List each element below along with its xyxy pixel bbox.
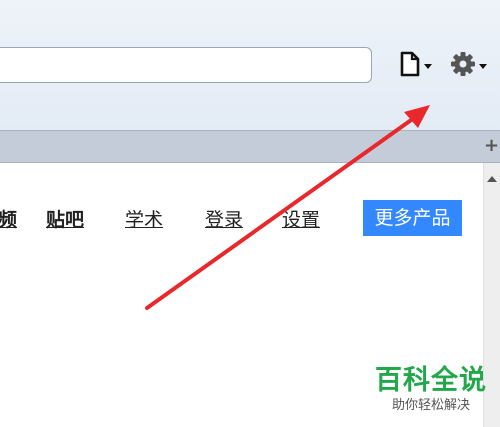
chevron-down-icon — [424, 63, 432, 69]
nav-item-tieba[interactable]: 贴吧 — [46, 205, 84, 232]
nav-item-xueshu[interactable]: 学术 — [125, 205, 163, 232]
watermark-subtitle: 助你轻松解决 — [391, 398, 470, 413]
more-products-button[interactable]: 更多产品 — [363, 200, 462, 236]
scroll-up-arrow-icon[interactable] — [487, 176, 497, 182]
watermark-title: 百科全说 — [375, 365, 487, 396]
nav-item-settings[interactable]: 设置 — [282, 205, 320, 232]
address-bar[interactable] — [0, 47, 372, 83]
nav-item-partial[interactable]: 频 — [0, 205, 17, 232]
gear-icon — [449, 50, 477, 82]
chevron-down-icon — [479, 63, 487, 69]
settings-menu-button[interactable] — [449, 52, 493, 80]
nav-item-login[interactable]: 登录 — [205, 205, 243, 232]
tab-strip: + — [0, 130, 500, 163]
new-tab-button[interactable]: + — [484, 134, 499, 158]
page-icon — [398, 51, 422, 81]
page-menu-button[interactable] — [398, 51, 438, 81]
watermark-logo: 百科全说 助你轻松解决 — [370, 364, 492, 420]
browser-toolbar — [0, 0, 500, 130]
